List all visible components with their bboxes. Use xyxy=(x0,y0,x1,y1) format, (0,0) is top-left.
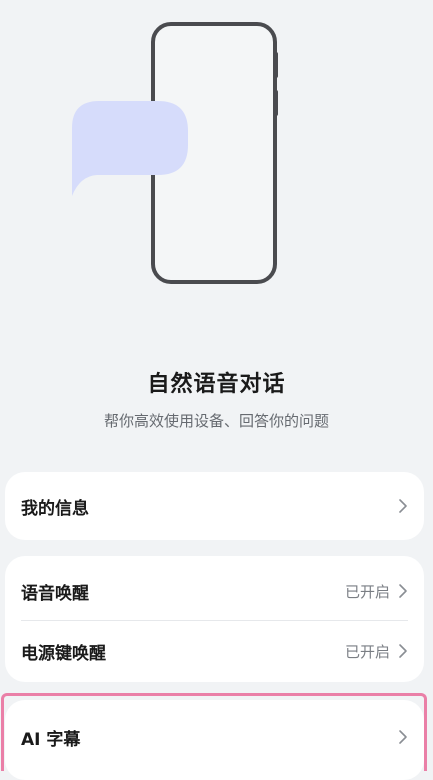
voice-wakeup-item[interactable]: 语音唤醒 已开启 xyxy=(5,561,424,621)
ai-subtitles-label: AI 字幕 xyxy=(21,729,81,750)
phone-side-button xyxy=(274,52,278,78)
chevron-right-icon xyxy=(399,584,407,598)
phone-side-button xyxy=(274,90,278,116)
my-info-item[interactable]: 我的信息 xyxy=(5,472,424,540)
voice-wakeup-status: 已开启 xyxy=(344,582,390,601)
chevron-right-icon xyxy=(399,499,407,513)
voice-wakeup-label: 语音唤醒 xyxy=(21,583,89,604)
ai-subtitles-item[interactable]: AI 字幕 xyxy=(5,707,424,767)
wakeup-card: 语音唤醒 已开启 电源键唤醒 已开启 xyxy=(5,556,424,682)
my-info-label: 我的信息 xyxy=(21,498,89,519)
ai-subtitles-card: AI 字幕 xyxy=(5,700,424,780)
power-key-wakeup-status: 已开启 xyxy=(344,642,390,661)
phone-chat-illustration xyxy=(72,22,278,284)
my-info-card: 我的信息 xyxy=(5,472,424,540)
power-key-wakeup-label: 电源键唤醒 xyxy=(21,643,106,664)
page-title: 自然语音对话 xyxy=(147,372,286,397)
power-key-wakeup-item[interactable]: 电源键唤醒 已开启 xyxy=(5,621,424,681)
chevron-right-icon xyxy=(399,730,407,744)
chevron-right-icon xyxy=(399,644,407,658)
page-subtitle: 帮你高效使用设备、回答你的问题 xyxy=(103,412,329,430)
